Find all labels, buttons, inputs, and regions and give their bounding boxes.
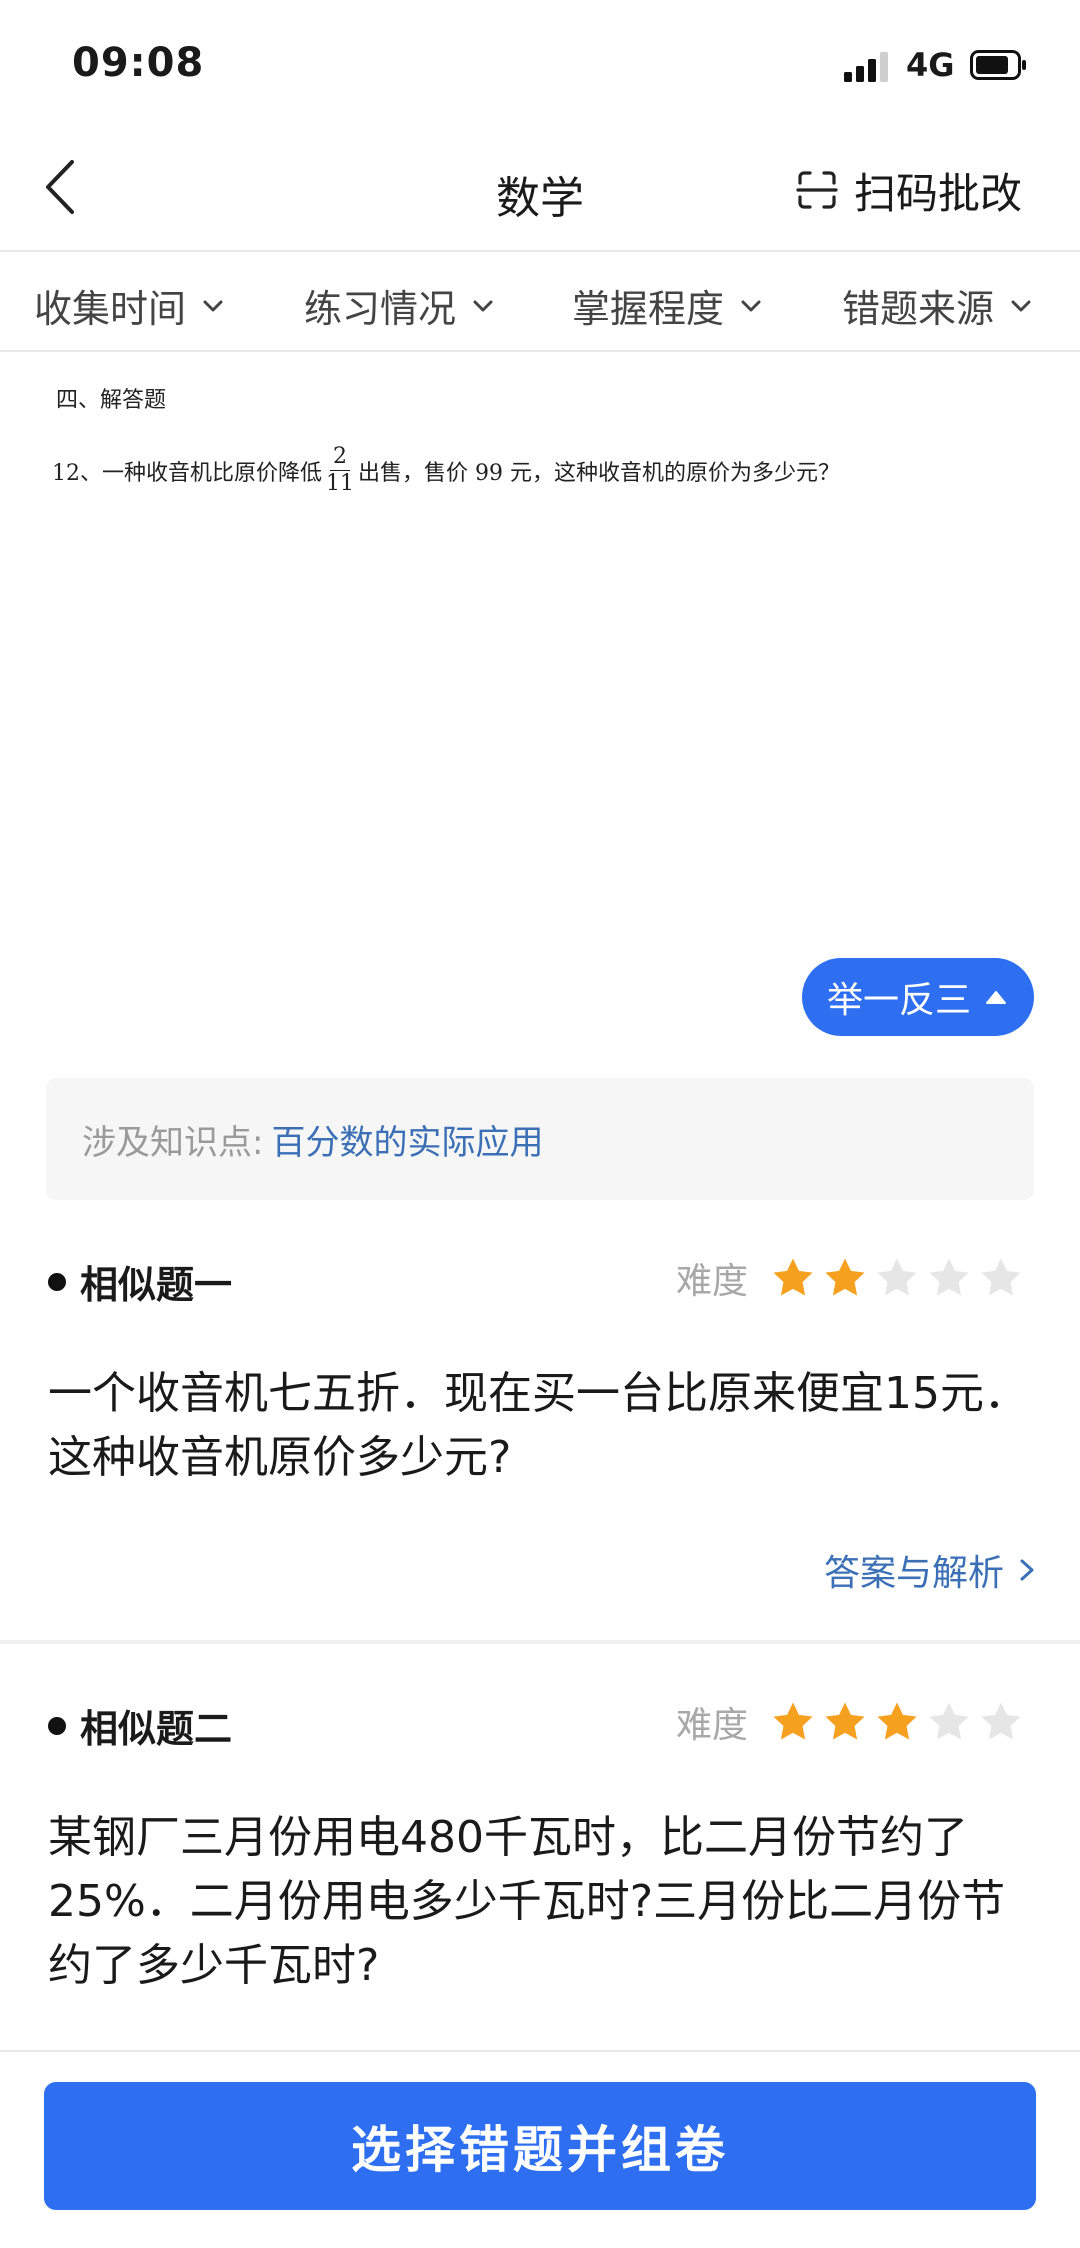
chevron-down-icon [203, 300, 223, 311]
difficulty-stars [770, 1255, 1024, 1301]
question-fraction: 2 11 [326, 446, 354, 495]
difficulty-rating-2: 难度 [676, 1696, 1024, 1748]
similar-question-title: 相似题一 [80, 1263, 233, 1307]
filter-divider [0, 350, 1080, 352]
scan-grade-label: 扫码批改 [854, 168, 1023, 218]
similar-question-2-header: 相似题二 [48, 1698, 232, 1753]
filter-label: 练习情况 [304, 287, 457, 331]
answer-analysis-label: 答案与解析 [823, 1553, 1004, 1594]
filter-label: 掌握程度 [572, 287, 725, 331]
bullet-dot [48, 1272, 66, 1291]
scan-icon [796, 171, 838, 209]
filter-label: 收集时间 [34, 287, 187, 331]
difficulty-label: 难度 [676, 1261, 749, 1302]
star-empty-icon [877, 1258, 917, 1296]
filter-error-source[interactable]: 错题来源 [842, 278, 1034, 333]
difficulty-label: 难度 [676, 1705, 749, 1746]
nav-divider [0, 250, 1080, 252]
fraction-numerator: 2 [330, 446, 350, 471]
similar-question-text: 一个收音机七五折．现在买一台比原来便宜15元．这种收音机原价多少元? [48, 1368, 1028, 1483]
battery-icon [970, 50, 1026, 80]
similar-question-title: 相似题二 [80, 1707, 233, 1751]
chevron-down-icon [1011, 300, 1031, 311]
star-filled-icon [773, 1702, 813, 1740]
star-filled-icon [877, 1702, 917, 1740]
chevron-down-icon [473, 300, 493, 311]
difficulty-stars [770, 1699, 1024, 1745]
knowledge-point-link[interactable]: 百分数的实际应用 [271, 1115, 543, 1164]
question-divider [0, 1640, 1080, 1644]
similar-question-1-header: 相似题一 [48, 1254, 232, 1309]
question-suffix: 出售，售价 99 元，这种收音机的原价为多少元？ [358, 460, 840, 486]
star-empty-icon [981, 1702, 1021, 1740]
knowledge-point-label: 涉及知识点: [82, 1122, 264, 1163]
bottom-divider [0, 2050, 1080, 2052]
question-text: 12、一种收音机比原价降低 2 11 出售，售价 99 元，这种收音机的原价为多… [52, 446, 840, 495]
knowledge-point-box: 涉及知识点: 百分数的实际应用 [46, 1078, 1034, 1200]
star-empty-icon [929, 1258, 969, 1296]
star-filled-icon [773, 1258, 813, 1296]
select-and-compose-button[interactable]: 选择错题并组卷 [44, 2082, 1036, 2210]
filter-collect-time[interactable]: 收集时间 [34, 278, 226, 333]
fraction-denominator: 11 [326, 471, 354, 496]
star-filled-icon [825, 1258, 865, 1296]
cellular-signal-icon [844, 52, 888, 82]
filter-mastery[interactable]: 掌握程度 [572, 278, 764, 333]
chevron-right-icon [1020, 1559, 1034, 1581]
chevron-down-icon [741, 300, 761, 311]
star-filled-icon [825, 1702, 865, 1740]
jyfs-toggle-button[interactable]: 举一反三 [802, 958, 1034, 1036]
question-prefix: 12、一种收音机比原价降低 [52, 460, 322, 486]
question-section-heading: 四、解答题 [56, 388, 167, 413]
jyfs-label: 举一反三 [826, 980, 971, 1021]
difficulty-rating-1: 难度 [676, 1252, 1024, 1304]
answer-analysis-link[interactable]: 答案与解析 [824, 1544, 1036, 1596]
star-empty-icon [981, 1258, 1021, 1296]
filter-practice-status[interactable]: 练习情况 [304, 278, 496, 333]
scan-grade-button[interactable]: 扫码批改 [796, 160, 1022, 220]
bullet-dot [48, 1716, 66, 1735]
network-type: 4G [906, 46, 955, 84]
status-time: 09:08 [72, 40, 205, 86]
star-empty-icon [929, 1702, 969, 1740]
similar-question-text: 某钢厂三月份用电480千瓦时，比二月份节约了25%．二月份用电多少千瓦时?三月份… [48, 1812, 1006, 1991]
filter-label: 错题来源 [842, 287, 995, 331]
caret-up-icon [986, 991, 1006, 1004]
